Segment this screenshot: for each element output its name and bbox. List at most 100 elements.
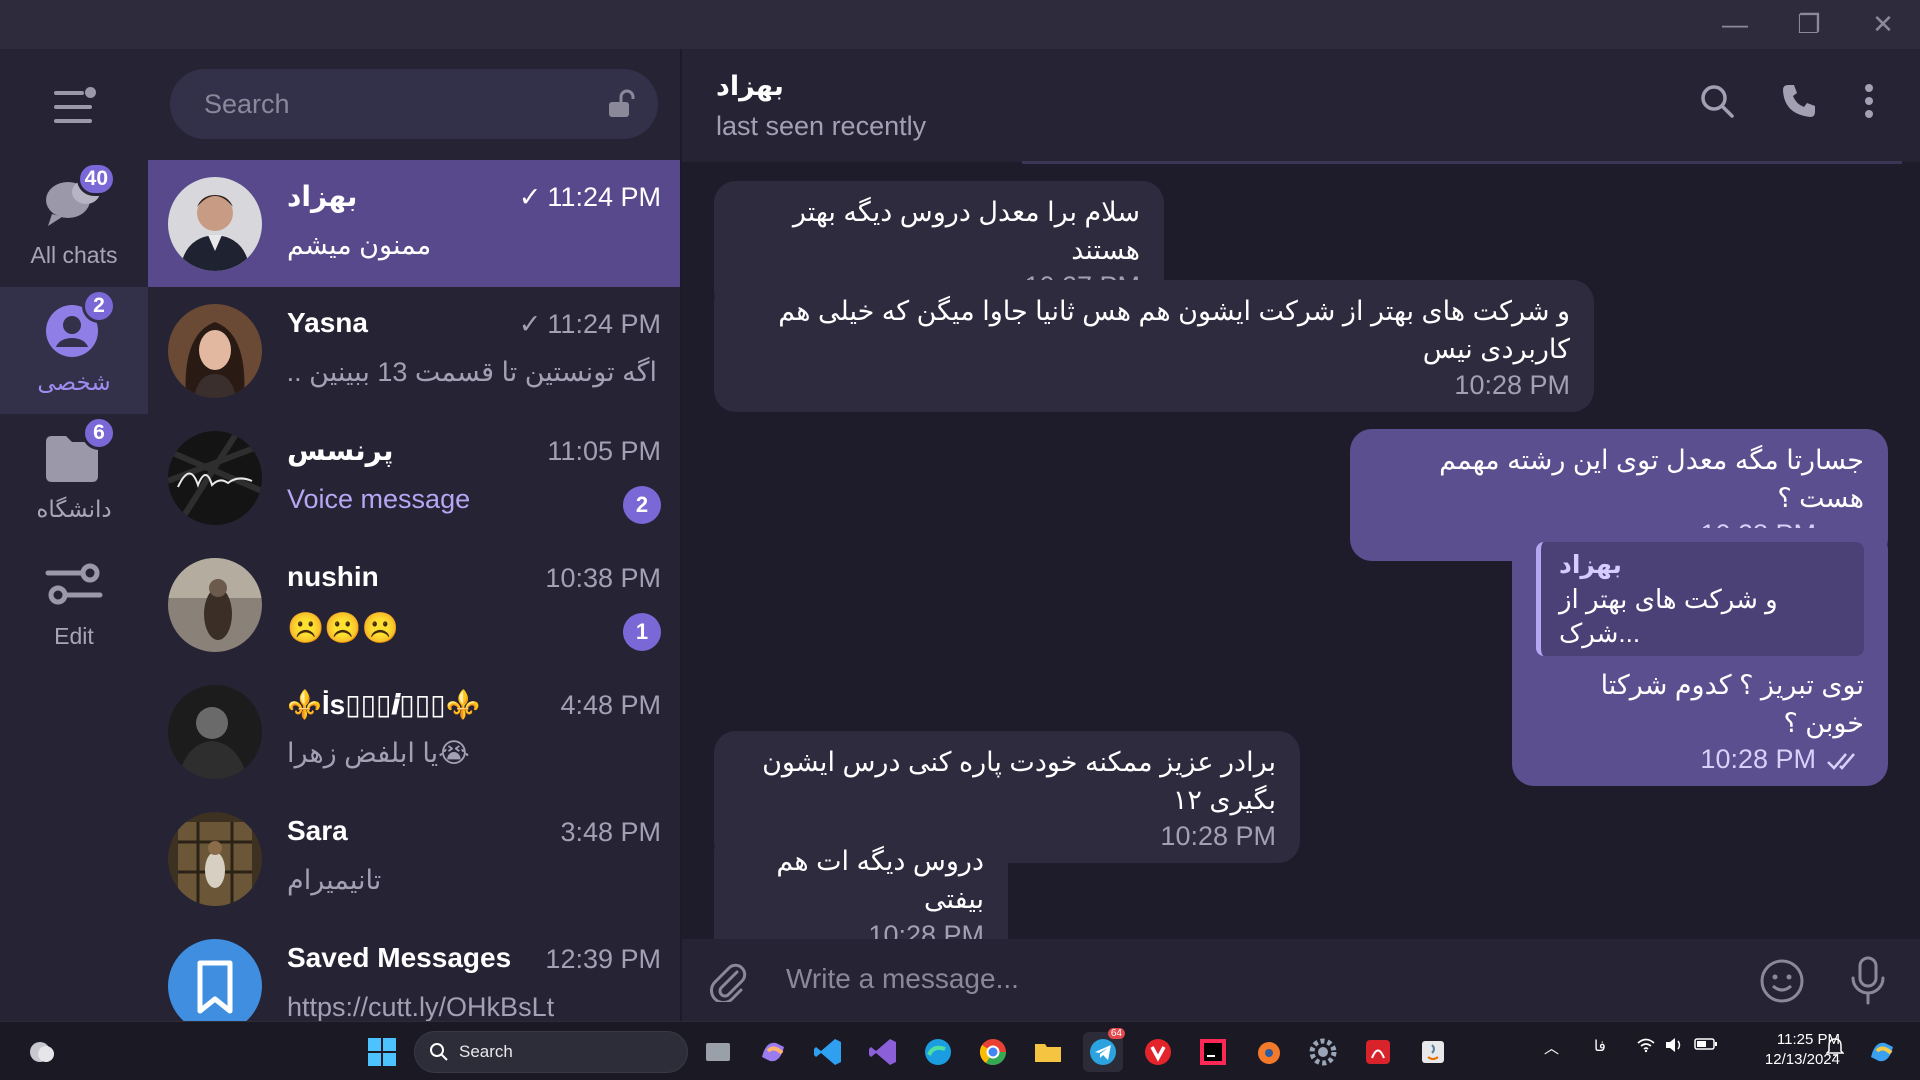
- acrobat-icon[interactable]: [1358, 1032, 1398, 1072]
- message-outgoing-reply[interactable]: بهزاد و شرکت های بهتر از شرک... توی تبری…: [1512, 528, 1888, 786]
- chat-row-yasna[interactable]: Yasna ✓ 11:24 PM اگه تونستین تا قسمت 13 ب…: [148, 287, 680, 414]
- java-icon[interactable]: [1413, 1032, 1453, 1072]
- chat-row-behzad[interactable]: بهزاد ✓ 11:24 PM ممنون میشم: [148, 160, 680, 287]
- chat-list: بهزاد ✓11:24 PM ممنون میشم Yasna ✓11:24 …: [148, 49, 681, 1021]
- more-options-button[interactable]: [1845, 77, 1893, 125]
- chat-name: پرنسس: [287, 435, 394, 466]
- folder-label: Edit: [54, 623, 94, 649]
- chat-time: 4:48 PM: [560, 690, 661, 720]
- folder-label: شخصی: [37, 369, 111, 395]
- message-input[interactable]: [786, 951, 1726, 1007]
- main-menu-button[interactable]: [50, 87, 98, 127]
- bookmark-icon: [168, 939, 262, 1021]
- vscode-icon[interactable]: [808, 1032, 848, 1072]
- chat-row-isatis[interactable]: ⚜️İs▯▯▯𝒊▯▯▯⚜️ 4:48 PM 😭یا ابلفض زهرا: [148, 668, 680, 795]
- copilot-tray-icon[interactable]: [1862, 1032, 1902, 1072]
- vivaldi-icon[interactable]: [1138, 1032, 1178, 1072]
- tray-overflow-icon[interactable]: ︿: [1544, 1037, 1559, 1058]
- folder-label: All chats: [30, 242, 118, 268]
- message-text: سلام برا معدل دروس دیگه بهتر هستند: [792, 197, 1140, 265]
- folder-label: دانشگاه: [36, 496, 112, 522]
- settings-icon[interactable]: [1303, 1032, 1343, 1072]
- unlock-icon[interactable]: [606, 89, 636, 119]
- folder-all-chats[interactable]: 40 All chats: [0, 160, 148, 287]
- chat-row-nushin[interactable]: nushin 10:38 PM ☹️☹️☹️ 1: [148, 541, 680, 668]
- input-language[interactable]: فا: [1594, 1037, 1606, 1055]
- folder-personal[interactable]: 2 شخصی: [0, 287, 148, 414]
- message-incoming[interactable]: و شرکت های بهتر از شرکت ایشون هم هس ثانی…: [714, 280, 1594, 412]
- chat-row-saved-messages[interactable]: Saved Messages 12:39 PM https://cutt.ly/…: [148, 922, 680, 1021]
- clock[interactable]: 11:25 PM 12/13/2024: [1730, 1030, 1840, 1070]
- chat-header[interactable]: بهزاد last seen recently: [682, 49, 1920, 162]
- close-icon: ✕: [1872, 9, 1894, 39]
- check-icon: ✓: [518, 309, 542, 339]
- chat-preview: اگه تونستین تا قسمت 13 ببینین ...: [287, 357, 657, 387]
- folder-edit[interactable]: Edit: [0, 541, 148, 668]
- avatar: [168, 685, 262, 779]
- unread-badge: 2: [623, 486, 661, 524]
- chats-icon: 40: [42, 162, 116, 234]
- attach-button[interactable]: [702, 955, 754, 1007]
- notifications-icon[interactable]: [1825, 1037, 1845, 1061]
- task-view-icon[interactable]: [698, 1032, 738, 1072]
- minimize-icon: —: [1722, 9, 1748, 39]
- volume-icon[interactable]: [1664, 1037, 1684, 1057]
- message-text: برادر عزیز ممکنه خودت پاره کنی درس ایشون…: [762, 747, 1276, 815]
- chat-panel: بهزاد last seen recently سلام برا معدل د…: [682, 49, 1920, 1021]
- taskbar-search[interactable]: Search: [414, 1031, 688, 1073]
- chat-name: ⚜️İs▯▯▯𝒊▯▯▯⚜️: [287, 689, 481, 720]
- telegram-badge: 64: [1107, 1028, 1125, 1039]
- clock-time: 11:25 PM: [1776, 1031, 1840, 1048]
- edge-icon[interactable]: [918, 1032, 958, 1072]
- chat-name: nushin: [287, 561, 379, 592]
- telegram-taskbar-icon[interactable]: 64: [1083, 1028, 1125, 1072]
- chat-time: 11:05 PM: [547, 436, 661, 466]
- avatar: [168, 558, 262, 652]
- folder-icon: 6: [42, 416, 116, 488]
- chrome-icon[interactable]: [973, 1032, 1013, 1072]
- double-check-icon: [1827, 753, 1855, 770]
- call-button[interactable]: [1775, 77, 1823, 125]
- person-icon: 2: [42, 289, 116, 361]
- file-explorer-icon[interactable]: [1028, 1032, 1068, 1072]
- chat-preview: ممنون میشم: [287, 230, 432, 260]
- search-input[interactable]: [170, 69, 590, 139]
- folder-badge: 2: [82, 289, 116, 323]
- chat-time: 10:38 PM: [545, 563, 661, 593]
- chat-row-princess[interactable]: پرنسس 11:05 PM Voice message 2: [148, 414, 680, 541]
- copilot-icon[interactable]: [753, 1032, 793, 1072]
- message-text: توی تبریز ؟ کدوم شرکتا خوبن ؟: [1600, 670, 1864, 738]
- more-vertical-icon: [1865, 84, 1873, 118]
- search-button[interactable]: [1693, 77, 1741, 125]
- weather-icon[interactable]: [22, 1032, 62, 1072]
- start-button[interactable]: [362, 1032, 402, 1072]
- chat-row-sara[interactable]: Sara 3:48 PM تانیمیرام: [148, 795, 680, 922]
- close-button[interactable]: ✕: [1846, 0, 1920, 49]
- restore-button[interactable]: ❐: [1772, 0, 1846, 49]
- reply-quote[interactable]: بهزاد و شرکت های بهتر از شرک...: [1536, 542, 1864, 656]
- search-icon: [430, 1043, 448, 1061]
- message-composer: [682, 939, 1920, 1021]
- menu-icon: [54, 91, 84, 95]
- blender-icon[interactable]: [1248, 1032, 1288, 1072]
- folder-university[interactable]: 6 دانشگاه: [0, 414, 148, 541]
- menu-icon-line: [54, 105, 92, 109]
- message-time: 10:28 PM: [1454, 370, 1570, 400]
- wifi-icon[interactable]: [1636, 1037, 1656, 1057]
- emoji-button[interactable]: [1756, 955, 1808, 1007]
- voice-record-button[interactable]: [1842, 955, 1894, 1007]
- chat-time: 12:39 PM: [545, 944, 661, 974]
- message-meta: 10:28 PM: [1536, 742, 1864, 776]
- chat-preview: https://cutt.ly/OHkBsLt: [287, 992, 555, 1021]
- message-text: جسارتا مگه معدل توی این رشته مهمم هست ؟: [1439, 445, 1864, 513]
- visual-studio-icon[interactable]: [863, 1032, 903, 1072]
- restore-icon: ❐: [1797, 9, 1821, 39]
- windows-icon: [368, 1038, 396, 1066]
- intellij-icon[interactable]: [1193, 1032, 1233, 1072]
- search-icon: [1701, 85, 1734, 118]
- message-text: دروس دیگه ات هم بیفتی: [776, 846, 984, 914]
- minimize-button[interactable]: —: [1698, 0, 1772, 49]
- battery-icon[interactable]: [1694, 1037, 1718, 1055]
- chat-name: بهزاد: [287, 181, 358, 212]
- chat-time-text: 11:24 PM: [547, 309, 661, 339]
